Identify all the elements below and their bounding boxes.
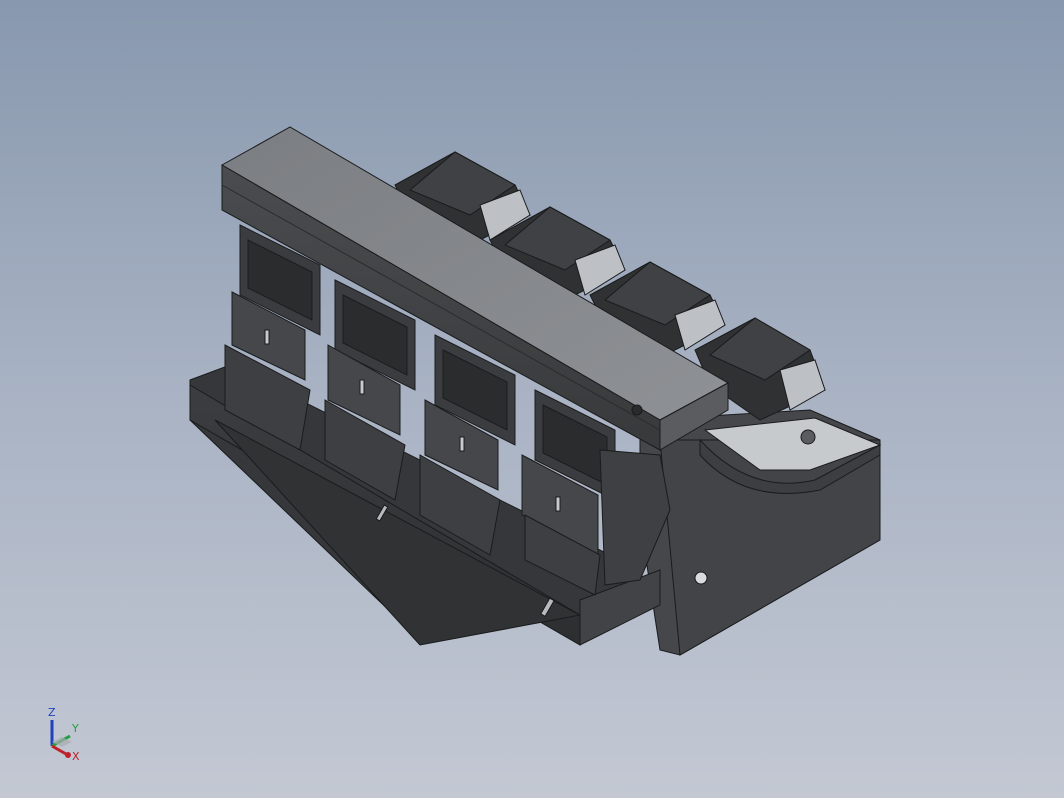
- cad-model-view[interactable]: [0, 0, 1064, 798]
- graphics-viewport[interactable]: Z Y X: [0, 0, 1064, 798]
- rear-frame[interactable]: [639, 409, 882, 656]
- weigh-bucket-2[interactable]: [324, 279, 416, 501]
- x-axis-icon: [51, 744, 67, 756]
- x-axis-label: X: [72, 750, 80, 763]
- z-axis-label: Z: [48, 706, 56, 719]
- weigh-bucket-1[interactable]: [224, 224, 321, 451]
- orientation-triad: Z Y X: [48, 706, 80, 763]
- y-axis-label: Y: [71, 722, 79, 735]
